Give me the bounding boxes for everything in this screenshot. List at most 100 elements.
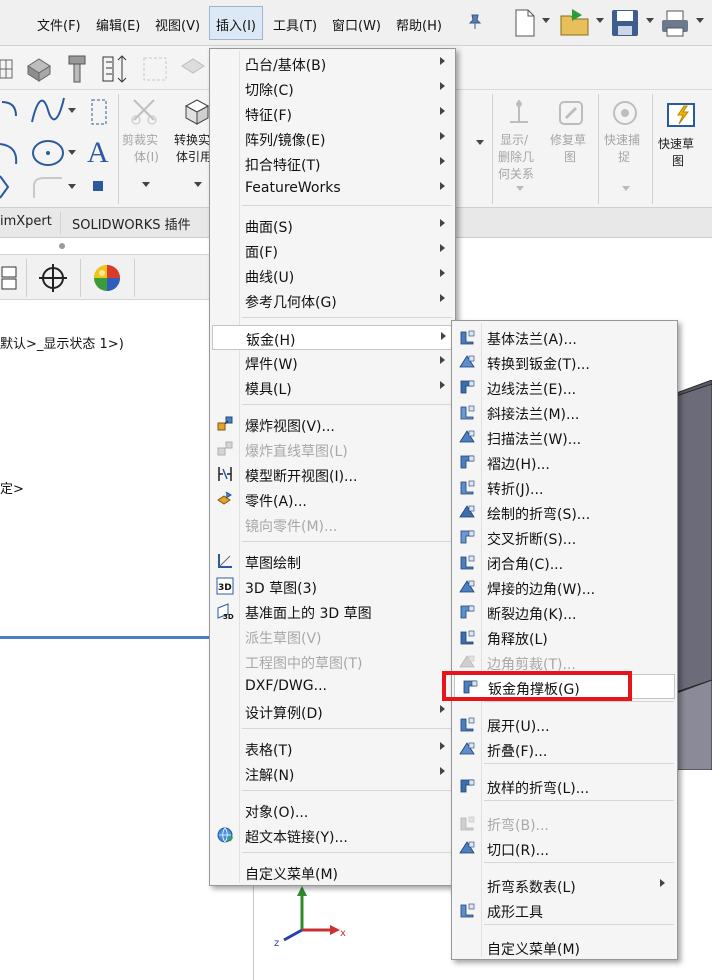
menu-insert[interactable]: 插入(I) <box>209 6 263 40</box>
chevron-down-icon[interactable] <box>696 18 704 24</box>
menu-item-reference-geometry[interactable]: 参考几何体(G) <box>210 288 455 313</box>
menu-item-label: 镜向零件(M)... <box>245 519 338 535</box>
chevron-down-icon[interactable] <box>68 108 76 114</box>
menu-item-features[interactable]: 特征(F) <box>210 101 455 126</box>
menu-item-customize-menu[interactable]: 自定义菜单(M) <box>452 935 677 960</box>
menu-item-customize-menu[interactable]: 自定义菜单(M) <box>210 860 455 885</box>
menu-item-tables[interactable]: 表格(T) <box>210 736 455 761</box>
centerline-icon[interactable] <box>88 98 110 126</box>
menu-item-corner-relief[interactable]: 角释放(L) <box>452 625 677 650</box>
menu-item-rip[interactable]: 切口(R)... <box>452 836 677 861</box>
tree-item-material[interactable]: 定> <box>0 478 24 497</box>
display-manager-icon[interactable] <box>92 263 122 293</box>
menu-item-unfold[interactable]: 展开(U)... <box>452 712 677 737</box>
menu-item-pattern-mirror[interactable]: 阵列/镜像(E) <box>210 126 455 151</box>
menu-item-sketch-from-drawing[interactable]: 工程图中的草图(T) <box>210 649 455 674</box>
rapid-sketch-icon[interactable] <box>664 100 698 130</box>
save-icon[interactable] <box>610 8 640 38</box>
pin-icon[interactable] <box>468 14 482 30</box>
menu-item-miter-flange[interactable]: 斜接法兰(M)... <box>452 400 677 425</box>
menu-item-object[interactable]: 对象(O)... <box>210 798 455 823</box>
menu-item-lofted-bend[interactable]: 放样的折弯(L)... <box>452 774 677 799</box>
menu-item-bend-table[interactable]: 折弯系数表(L) <box>452 873 677 898</box>
fillet-icon[interactable] <box>30 174 64 200</box>
menu-item-sheet-metal[interactable]: 钣金(H) <box>212 325 453 350</box>
menu-item-explode-line-sketch[interactable]: 爆炸直线草图(L) <box>210 437 455 462</box>
menu-item-weldments[interactable]: 焊件(W) <box>210 350 455 375</box>
chevron-down-icon[interactable] <box>194 182 202 188</box>
dimension-icon[interactable] <box>100 54 134 84</box>
menu-file[interactable]: 文件(F) <box>37 15 81 34</box>
configuration-manager-icon[interactable] <box>0 263 22 293</box>
chevron-down-icon[interactable] <box>542 18 550 24</box>
screw-icon[interactable] <box>66 54 88 84</box>
menu-item-mirror-part[interactable]: 镜向零件(M)... <box>210 512 455 537</box>
menu-item-annotations[interactable]: 注解(N) <box>210 761 455 786</box>
menu-item-convert-to-sheet-metal[interactable]: 转换到钣金(T)... <box>452 350 677 375</box>
menu-window[interactable]: 窗口(W) <box>332 15 381 34</box>
print-icon[interactable] <box>660 8 690 38</box>
menu-item-design-study[interactable]: 设计算例(D) <box>210 699 455 724</box>
open-folder-icon[interactable] <box>558 6 592 38</box>
chevron-down-icon[interactable] <box>476 140 484 146</box>
tree-item-configuration[interactable]: 默认>_显示状态 1>) <box>0 333 124 352</box>
menu-item-forming-tool[interactable]: 成形工具 <box>452 898 677 923</box>
arc-icon[interactable] <box>0 98 20 124</box>
menu-item-derived-sketch[interactable]: 派生草图(V) <box>210 624 455 649</box>
circle-partial-icon[interactable] <box>0 142 22 168</box>
menu-item-3d-sketch[interactable]: 3D 3D 草图(3) <box>210 574 455 599</box>
menu-item-surface[interactable]: 曲面(S) <box>210 213 455 238</box>
tab-simulationxpert[interactable]: imXpert <box>0 214 52 229</box>
menu-item-edge-flange[interactable]: 边线法兰(E)... <box>452 375 677 400</box>
extrude-icon[interactable] <box>24 54 54 84</box>
chevron-down-icon[interactable] <box>516 186 524 192</box>
menu-item-hem[interactable]: 褶边(H)... <box>452 450 677 475</box>
menu-item-cut[interactable]: 切除(C) <box>210 76 455 101</box>
ellipse-icon[interactable] <box>30 136 66 170</box>
menu-item-base-flange[interactable]: 基体法兰(A)... <box>452 325 677 350</box>
dimxpert-target-icon[interactable] <box>38 263 68 293</box>
panel-splitter-dot[interactable] <box>58 242 66 250</box>
point-icon[interactable] <box>92 180 104 192</box>
polygon-icon[interactable] <box>0 174 14 200</box>
menu-view[interactable]: 视图(V) <box>155 15 200 34</box>
menu-item-molds[interactable]: 模具(L) <box>210 375 455 400</box>
menu-item-part[interactable]: 零件(A)... <box>210 487 455 512</box>
menu-edit[interactable]: 编辑(E) <box>96 15 140 34</box>
menu-item-welded-corner[interactable]: 焊接的边角(W)... <box>452 575 677 600</box>
chevron-down-icon[interactable] <box>596 18 604 24</box>
menu-item-sketched-bend[interactable]: 绘制的折弯(S)... <box>452 500 677 525</box>
menu-item-featureworks[interactable]: FeatureWorks <box>210 176 455 201</box>
menu-item-fastening-feature[interactable]: 扣合特征(T) <box>210 151 455 176</box>
corner-trim-icon <box>459 655 475 668</box>
menu-item-cross-break[interactable]: 交叉折断(S)... <box>452 525 677 550</box>
chevron-down-icon[interactable] <box>622 186 630 192</box>
menu-item-fold[interactable]: 折叠(F)... <box>452 737 677 762</box>
text-icon[interactable]: A <box>84 134 114 166</box>
menu-item-model-break-view[interactable]: 模型断开视图(I)... <box>210 462 455 487</box>
menu-item-hyperlink[interactable]: 超文本链接(Y)... <box>210 823 455 848</box>
spline-icon[interactable] <box>30 96 66 126</box>
chevron-down-icon[interactable] <box>68 150 76 156</box>
menu-help[interactable]: 帮助(H) <box>396 15 442 34</box>
menu-item-break-corner[interactable]: 断裂边角(K)... <box>452 600 677 625</box>
new-document-icon[interactable] <box>512 8 538 38</box>
menu-item-sketch[interactable]: 草图绘制 <box>210 549 455 574</box>
menu-item-jog[interactable]: 转折(J)... <box>452 475 677 500</box>
chevron-down-icon[interactable] <box>646 18 654 24</box>
tab-solidworks-addins[interactable]: SOLIDWORKS 插件 <box>72 214 191 233</box>
menu-item-closed-corner[interactable]: 闭合角(C)... <box>452 550 677 575</box>
menu-item-swept-flange[interactable]: 扫描法兰(W)... <box>452 425 677 450</box>
menu-item-exploded-view[interactable]: 爆炸视图(V)... <box>210 412 455 437</box>
convert-entities-icon[interactable] <box>182 96 212 126</box>
menu-tools[interactable]: 工具(T) <box>273 15 317 34</box>
menu-item-3d-sketch-on-plane[interactable]: 3D 基准面上的 3D 草图 <box>210 599 455 624</box>
menu-item-curve[interactable]: 曲线(U) <box>210 263 455 288</box>
grid-icon[interactable] <box>0 56 14 82</box>
chevron-down-icon[interactable] <box>68 184 76 190</box>
menu-item-dxf-dwg[interactable]: DXF/DWG... <box>210 674 455 699</box>
menu-item-boss-base[interactable]: 凸台/基体(B) <box>210 51 455 76</box>
menu-item-face[interactable]: 面(F) <box>210 238 455 263</box>
menu-item-bend[interactable]: 折弯(B)... <box>452 811 677 836</box>
chevron-down-icon[interactable] <box>142 182 150 188</box>
